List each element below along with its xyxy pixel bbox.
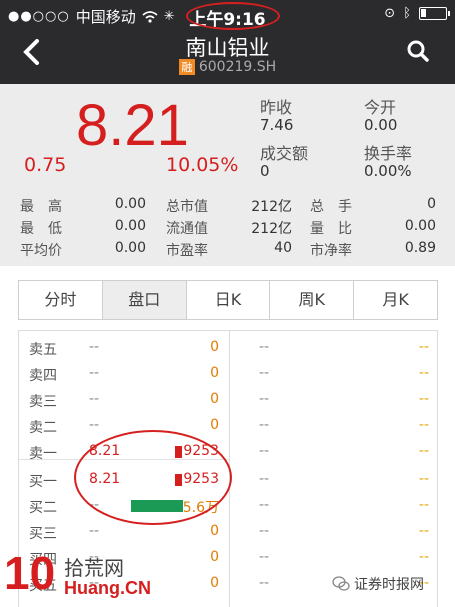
wechat-icon xyxy=(332,576,350,591)
order-volume: 0 xyxy=(210,549,219,565)
order-row: 卖二 -- 0 -- -- xyxy=(19,413,439,439)
grid-value: 0.00 xyxy=(404,218,436,234)
order-level: 买一 xyxy=(29,474,57,490)
bluetooth-icon: ᛒ xyxy=(403,6,411,21)
right-volume: -- xyxy=(418,549,429,565)
order-level: 卖三 xyxy=(29,394,57,410)
right-volume: -- xyxy=(418,443,429,459)
chart-tabs: 分时 盘口 日K 周K 月K xyxy=(18,280,438,320)
tab-monthly-k[interactable]: 月K xyxy=(354,281,437,319)
right-price: -- xyxy=(259,575,270,591)
stat-label-turnover-rate: 换手率 xyxy=(364,144,413,163)
grid-value: 0.00 xyxy=(114,218,146,234)
stat-label-open: 今开 xyxy=(364,98,397,117)
grid-label: 总市值 xyxy=(166,199,208,215)
order-row: 买三 -- 0 -- -- xyxy=(19,519,439,545)
rotation-lock-icon: ⊙ xyxy=(384,6,396,21)
order-level: 买二 xyxy=(29,500,57,516)
right-price: -- xyxy=(259,523,270,539)
battery-icon xyxy=(419,7,450,20)
order-level: 卖五 xyxy=(29,342,57,358)
margin-badge: 融 xyxy=(178,59,195,75)
grid-label: 量 比 xyxy=(310,221,352,237)
stock-code-row: 融 600219.SH xyxy=(0,59,455,75)
price-change-percent: 10.05% xyxy=(166,154,239,176)
order-volume: 0 xyxy=(210,417,219,433)
tab-order-book[interactable]: 盘口 xyxy=(102,281,187,319)
right-price: -- xyxy=(259,391,270,407)
order-row: 卖四 -- 0 -- -- xyxy=(19,361,439,387)
grid-value: 0.89 xyxy=(404,240,436,256)
order-price: -- xyxy=(89,523,100,539)
grid-value: 40 xyxy=(274,240,292,256)
order-volume: 0 xyxy=(210,575,219,591)
right-price: -- xyxy=(259,365,270,381)
grid-value: 0.00 xyxy=(114,240,146,256)
search-icon[interactable] xyxy=(407,40,429,62)
stat-value-turnover-rate: 0.00% xyxy=(364,162,412,180)
tab-intraday[interactable]: 分时 xyxy=(19,281,103,319)
right-price: -- xyxy=(259,443,270,459)
right-price: -- xyxy=(259,339,270,355)
order-volume: 0 xyxy=(210,339,219,355)
order-level: 卖二 xyxy=(29,420,57,436)
order-row: 卖三 -- 0 -- -- xyxy=(19,387,439,413)
time-highlight-circle xyxy=(186,2,280,30)
grid-label: 流通值 xyxy=(166,221,208,237)
right-volume: -- xyxy=(418,523,429,539)
watermark-source: 证券时报网 xyxy=(332,574,424,594)
watermark-site-url: Huang.CN xyxy=(64,578,151,598)
grid-label: 最 低 xyxy=(20,221,62,237)
right-volume: -- xyxy=(418,365,429,381)
order-level: 买三 xyxy=(29,526,57,542)
watermark-source-name: 证券时报网 xyxy=(354,577,424,593)
grid-label: 市盈率 xyxy=(166,243,208,259)
right-volume: -- xyxy=(418,391,429,407)
right-volume: -- xyxy=(418,471,429,487)
grid-label: 平均价 xyxy=(20,243,62,259)
grid-label: 市净率 xyxy=(310,243,352,259)
stock-name: 南山铝业 xyxy=(185,36,270,60)
order-level: 卖四 xyxy=(29,368,57,384)
right-price: -- xyxy=(259,471,270,487)
right-price: -- xyxy=(259,417,270,433)
app-header: ●●○○○ 中国移动 ✳ 上午9:16 ⊙ ᛒ 南山铝业 融 600219.SH xyxy=(0,0,455,84)
tab-weekly-k[interactable]: 周K xyxy=(270,281,355,319)
grid-value: 0 xyxy=(427,196,436,212)
watermark-site-name: 拾荒网 xyxy=(64,556,124,580)
stat-value-prev-close: 7.46 xyxy=(260,116,294,134)
right-volume: -- xyxy=(418,339,429,355)
order-price: -- xyxy=(89,365,100,381)
price-change: 0.75 xyxy=(24,154,67,176)
grid-value: 212亿 xyxy=(251,221,292,237)
stat-value-turnover: 0 xyxy=(260,162,270,180)
current-price: 8.21 xyxy=(76,93,189,158)
order-volume: 0 xyxy=(210,391,219,407)
stock-code: 600219.SH xyxy=(198,59,277,75)
stat-label-turnover: 成交额 xyxy=(260,144,309,163)
grid-value: 212亿 xyxy=(251,199,292,215)
order-row: 卖五 -- 0 -- -- xyxy=(19,335,439,361)
grid-label: 最 高 xyxy=(20,199,62,215)
order-price: -- xyxy=(89,391,100,407)
order-price: -- xyxy=(89,417,100,433)
order-volume: 0 xyxy=(210,365,219,381)
order-level: 卖一 xyxy=(29,446,57,462)
tab-daily-k[interactable]: 日K xyxy=(187,281,271,319)
right-volume: -- xyxy=(418,417,429,433)
grid-value: 0.00 xyxy=(114,196,146,212)
order-price: -- xyxy=(89,339,100,355)
order-volume: 0 xyxy=(210,523,219,539)
right-price: -- xyxy=(259,497,270,513)
stat-value-open: 0.00 xyxy=(364,116,398,134)
quote-panel: 8.21 0.75 10.05% 昨收 7.46 今开 0.00 成交额 0 换… xyxy=(0,84,455,266)
stat-label-prev-close: 昨收 xyxy=(260,98,293,117)
grid-label: 总 手 xyxy=(310,199,352,215)
watermark-logo-number: 10 xyxy=(4,547,56,599)
right-price: -- xyxy=(259,549,270,565)
order-highlight-circle xyxy=(74,430,232,525)
right-volume: -- xyxy=(418,497,429,513)
